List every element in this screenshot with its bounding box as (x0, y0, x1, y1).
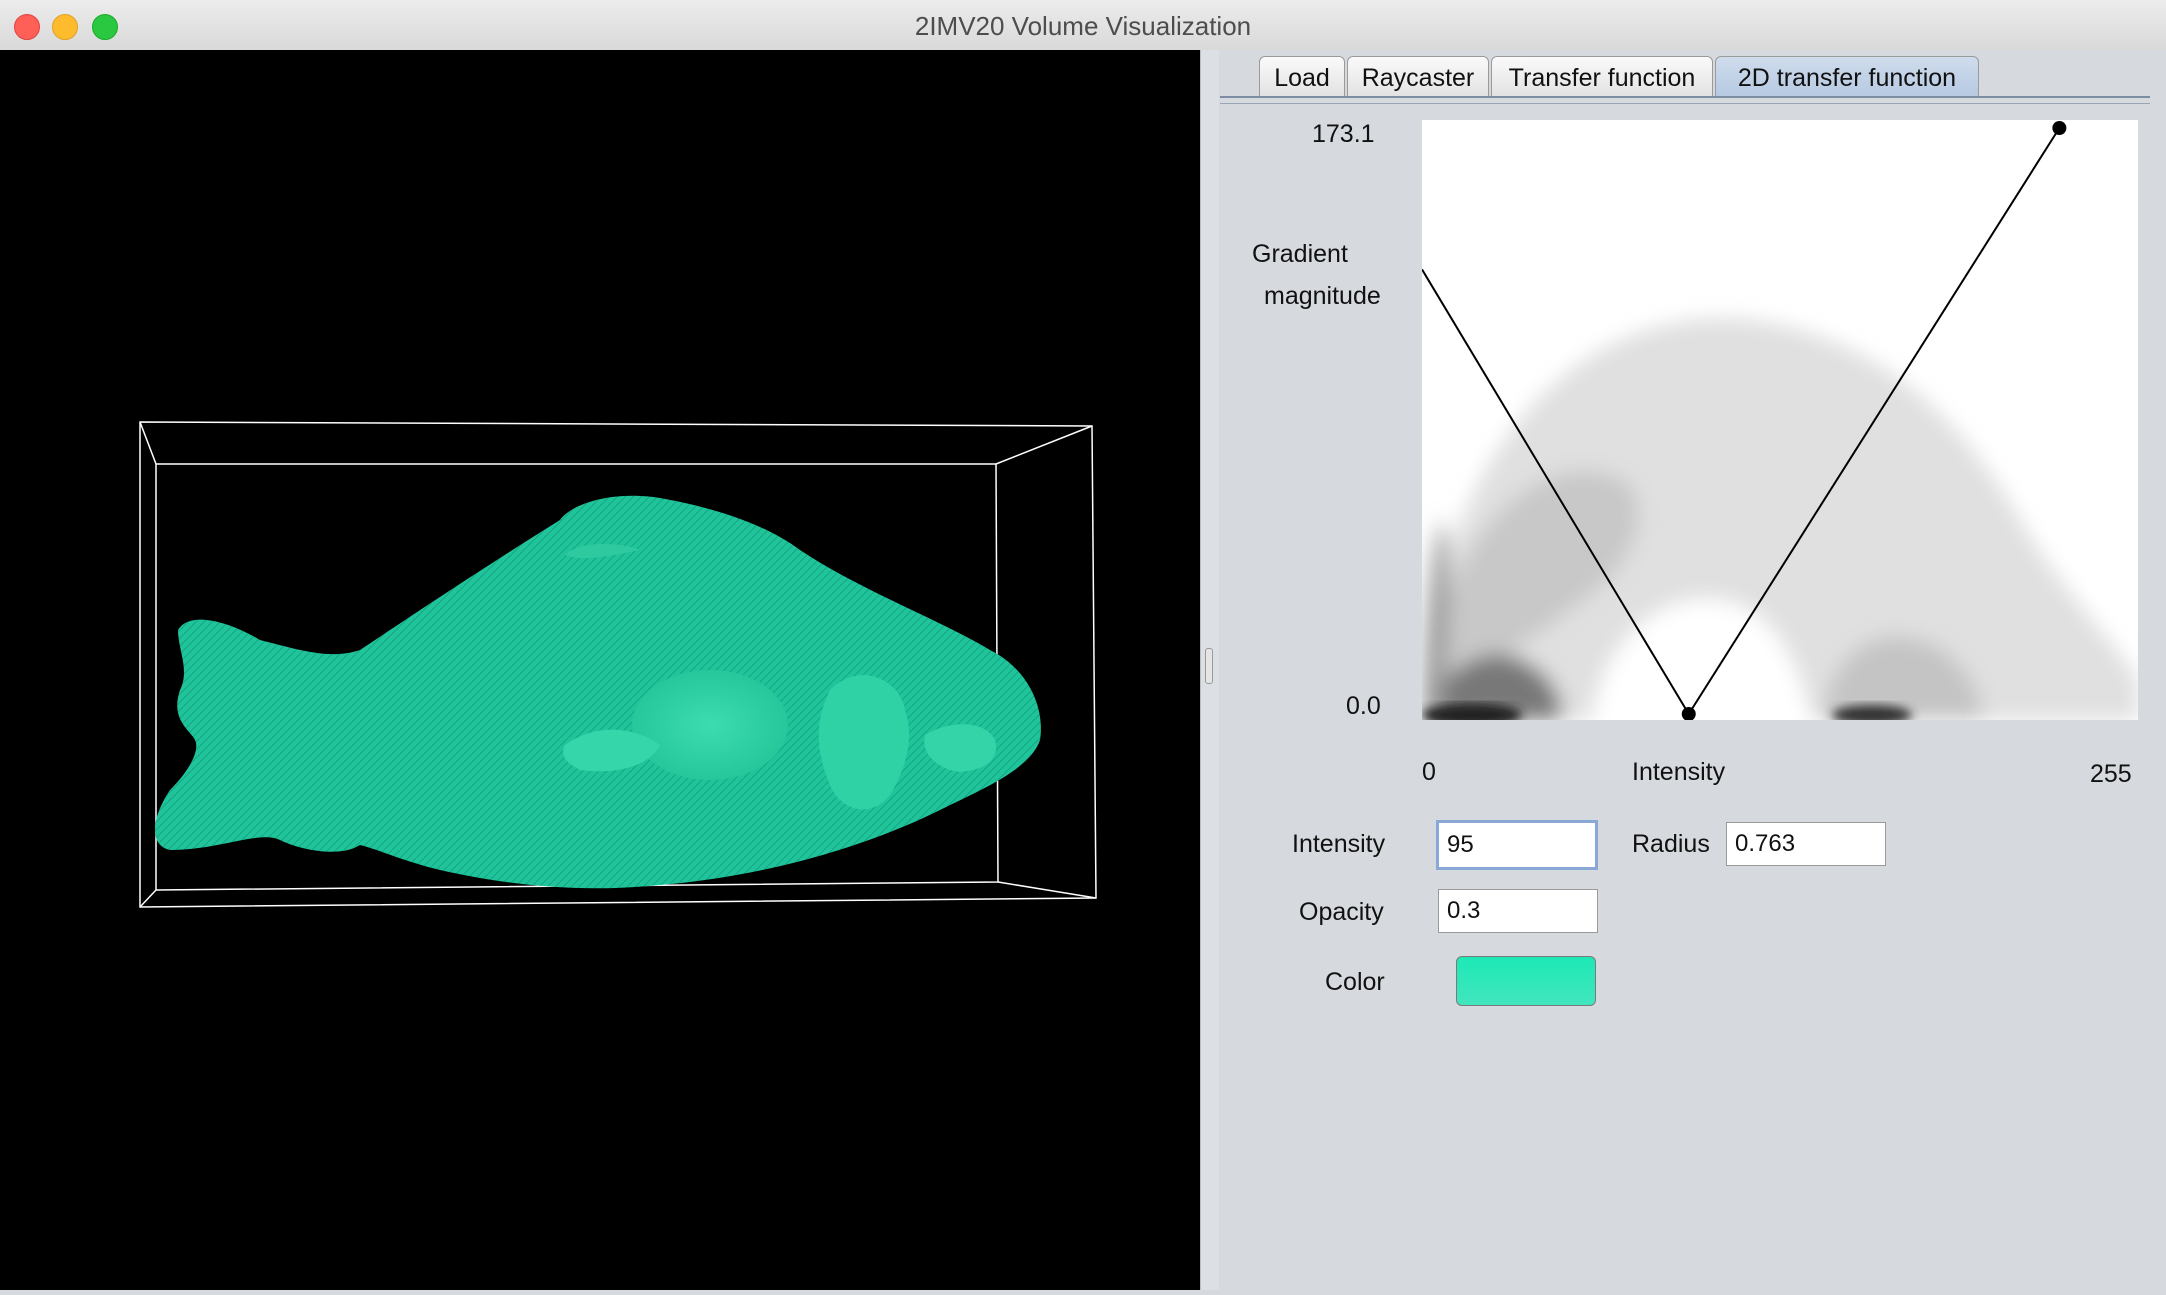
opacity-input[interactable] (1438, 889, 1598, 933)
x-max-label: 255 (2090, 760, 2132, 788)
gradient-histogram (1422, 318, 2138, 720)
volume-render-view[interactable] (0, 50, 1200, 1290)
radius-label: Radius (1632, 830, 1710, 858)
fish-volume (155, 495, 1041, 889)
radius-control-point[interactable] (2052, 121, 2067, 135)
tab-2d-transfer-function[interactable]: 2D transfer function (1715, 56, 1979, 97)
opacity-label: Opacity (1299, 898, 1384, 926)
title-bar: 2IMV20 Volume Visualization (0, 0, 2166, 51)
color-picker-button[interactable] (1456, 956, 1596, 1006)
intensity-label: Intensity (1292, 830, 1386, 858)
x-min-label: 0 (1422, 758, 1436, 786)
y-axis-label-line1: Gradient (1252, 240, 1348, 268)
y-max-label: 173.1 (1312, 120, 1375, 148)
y-axis-label-line2: magnitude (1264, 282, 1381, 310)
x-axis-label: Intensity (1632, 758, 1726, 786)
window-title: 2IMV20 Volume Visualization (914, 11, 1252, 41)
intensity-input[interactable] (1436, 820, 1598, 870)
tab-load[interactable]: Load (1259, 56, 1345, 97)
tab-underline (1220, 96, 2150, 104)
tab-transfer-function[interactable]: Transfer function (1491, 56, 1713, 97)
color-label: Color (1325, 968, 1385, 996)
y-min-label: 0.0 (1346, 692, 1381, 720)
transfer-function-plot[interactable] (1422, 120, 2138, 720)
tab-raycaster[interactable]: Raycaster (1347, 56, 1489, 97)
volume-render-canvas (139, 421, 1097, 908)
divider-grip-handle[interactable] (1205, 648, 1213, 684)
radius-input[interactable] (1726, 822, 1886, 866)
histogram-canvas (1422, 121, 2138, 720)
app-window: 2IMV20 Volume Visualization Load Raycast… (0, 0, 2166, 1290)
